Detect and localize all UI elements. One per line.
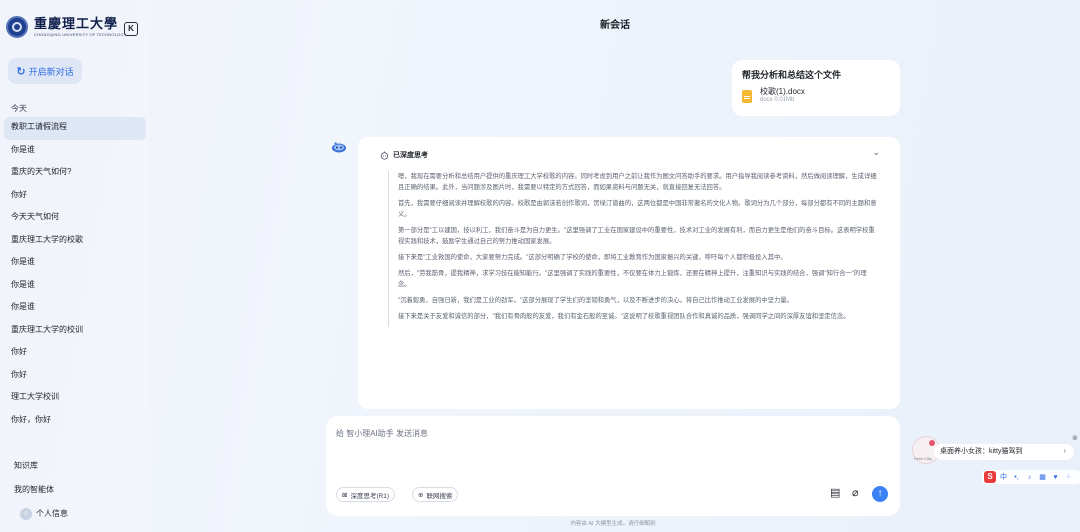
- thinking-paragraph: 首先，我需要仔细阅读并理解校歌的内容。校歌是由郭沫若创作歌词，贺绿汀谱曲的，这两…: [398, 200, 877, 218]
- history-item[interactable]: 你是谁: [4, 297, 146, 320]
- globe-icon: ⊕: [418, 491, 424, 499]
- chevron-down-icon[interactable]: ⌄: [872, 147, 880, 158]
- logo-name-en: CHONGQING UNIVERSITY OF TECHNOLOGY: [34, 31, 127, 37]
- history-item[interactable]: 重庆的天气如何?: [4, 162, 146, 185]
- new-chat-label: 开启新对话: [28, 66, 74, 77]
- history-item[interactable]: 今天天气如何: [4, 207, 146, 230]
- file-meta: docx 0.01Mb: [760, 97, 795, 103]
- sogou-ime-icon: S: [984, 471, 996, 483]
- document-upload-icon[interactable]: ▤: [830, 486, 840, 499]
- new-chat-icon: ↻: [16, 65, 26, 78]
- attached-file[interactable]: 校歌(1).docx docx 0.01Mb: [742, 87, 890, 105]
- pet-speech-text: 桌面养小女孩：kitty猫驾到: [940, 448, 1023, 455]
- ime-mode-chinese[interactable]: 中: [998, 472, 1009, 482]
- new-chat-button[interactable]: ↻ 开启新对话: [8, 58, 82, 84]
- user-avatar-icon: ☺: [20, 508, 32, 520]
- sidebar: 重慶理工大學 CHONGQING UNIVERSITY OF TECHNOLOG…: [0, 0, 150, 532]
- history-item[interactable]: 重庆理工大学的校歌: [4, 230, 146, 253]
- chevron-right-icon[interactable]: ›: [1064, 444, 1066, 460]
- logo-name-cn: 重慶理工大學: [34, 16, 119, 32]
- grid-menu-icon[interactable]: ⁘: [1063, 473, 1074, 481]
- punctuation-icon[interactable]: •,: [1011, 474, 1022, 481]
- deep-think-icon: ⊠: [342, 491, 348, 499]
- deep-think-button[interactable]: ⊠ 深度思考(R1): [336, 487, 396, 502]
- history-item[interactable]: 重庆理工大学的校训: [4, 320, 146, 343]
- web-search-label: 联网搜索: [426, 492, 453, 500]
- history-item[interactable]: 你是谁: [4, 275, 146, 298]
- pet-speech-bubble[interactable]: 桌面养小女孩：kitty猫驾到 ›: [934, 444, 1074, 460]
- history-item[interactable]: 你好，你好: [4, 410, 146, 433]
- sidebar-bottom-nav: 知识库 我的智能体 ☺ 个人信息: [4, 454, 146, 526]
- sidebar-item-my-agent[interactable]: 我的智能体: [4, 478, 146, 502]
- history-item[interactable]: 你好: [4, 365, 146, 388]
- microphone-icon[interactable]: ♪: [1024, 474, 1035, 481]
- thinking-paragraph: 然后，"劳我筋骨，提我精神，求学习技在能知能行。"这里强调了实践的重要性，不仅要…: [398, 270, 867, 288]
- thinking-paragraph: 第一部分是"工以建国，技以利工，我们奋斗是为自力更生。"这里强调了工业在国家建设…: [398, 227, 875, 245]
- collapse-sidebar-icon[interactable]: K: [124, 22, 138, 36]
- chat-history-list: 教职工请假流程 你是谁 重庆的天气如何? 你好 今天天气如何 重庆理工大学的校歌…: [4, 117, 146, 432]
- university-logo: 重慶理工大學 CHONGQING UNIVERSITY OF TECHNOLOG…: [6, 16, 127, 38]
- history-group-today: 今天: [11, 104, 27, 113]
- ai-disclaimer: 内容由 AI 大模型生成，请仔细甄别: [570, 521, 656, 527]
- university-seal-icon: [6, 16, 28, 38]
- docx-file-icon: [742, 89, 752, 103]
- send-button[interactable]: ↑: [872, 486, 888, 502]
- history-item[interactable]: 你是谁: [4, 140, 146, 163]
- sidebar-item-profile[interactable]: ☺ 个人信息: [4, 502, 146, 526]
- thinking-paragraph: 接下来是"工业救国的使命，大家要努力完成。"这部分明确了学校的使命，即将工业教育…: [398, 254, 787, 261]
- thinking-icon: [380, 151, 389, 160]
- close-icon[interactable]: ⊗: [1072, 434, 1078, 442]
- desktop-pet-widget[interactable]: Hello Kitty 桌面养小女孩：kitty猫驾到 › ⊗: [912, 434, 1080, 466]
- history-item[interactable]: 理工大学校训: [4, 387, 146, 410]
- thinking-paragraph: 嗯，我现在需要分析和总结用户提供的重庆理工大学校歌的内容。同时考虑到用户之前让我…: [398, 173, 877, 191]
- assistant-avatar-icon: [332, 142, 346, 153]
- history-item[interactable]: 你好: [4, 185, 146, 208]
- page-title: 新会话: [600, 20, 630, 31]
- message-composer[interactable]: 给 智小理AI助手 发送消息 ⊠ 深度思考(R1) ⊕ 联网搜索 ▤ ⌀ ↑: [326, 416, 900, 516]
- history-item[interactable]: 你好: [4, 342, 146, 365]
- history-item[interactable]: 教职工请假流程: [4, 117, 146, 140]
- kitty-logo-text: Hello Kitty: [914, 456, 933, 461]
- skin-icon[interactable]: ♥: [1050, 474, 1061, 481]
- user-message-text: 帮我分析和总结这个文件: [742, 70, 842, 80]
- web-search-button[interactable]: ⊕ 联网搜索: [412, 487, 459, 502]
- keyboard-icon[interactable]: ▦: [1037, 473, 1048, 481]
- user-message: 帮我分析和总结这个文件 校歌(1).docx docx 0.01Mb: [732, 60, 900, 116]
- paperclip-icon[interactable]: ⌀: [852, 486, 859, 499]
- profile-label: 个人信息: [36, 509, 68, 518]
- ime-toolbar[interactable]: S 中 •, ♪ ▦ ♥ ⁘: [982, 470, 1080, 484]
- file-name: 校歌(1).docx: [760, 87, 805, 96]
- thinking-panel: 已深度思考 ⌄ 嗯，我现在需要分析和总结用户提供的重庆理工大学校歌的内容。同时考…: [358, 137, 900, 409]
- history-item[interactable]: 你是谁: [4, 252, 146, 275]
- deep-think-label: 深度思考(R1): [350, 492, 390, 500]
- message-input[interactable]: 给 智小理AI助手 发送消息: [336, 428, 428, 439]
- sidebar-item-knowledge-base[interactable]: 知识库: [4, 454, 146, 478]
- thinking-label: 已深度思考: [393, 152, 428, 159]
- thinking-content: 嗯，我现在需要分析和总结用户提供的重庆理工大学校歌的内容。同时考虑到用户之前让我…: [388, 171, 878, 327]
- thinking-paragraph: 接下来是关于友爱和诚信的部分，"我们有骨肉般的友爱，我们有金石般的至诚。"这说明…: [398, 313, 850, 320]
- thinking-paragraph: "沉着毅勇，自强日新，我们是工业的劲军。"这部分展现了学生们的坚韧和勇气，以及不…: [398, 297, 793, 304]
- thinking-toggle[interactable]: 已深度思考: [380, 150, 428, 160]
